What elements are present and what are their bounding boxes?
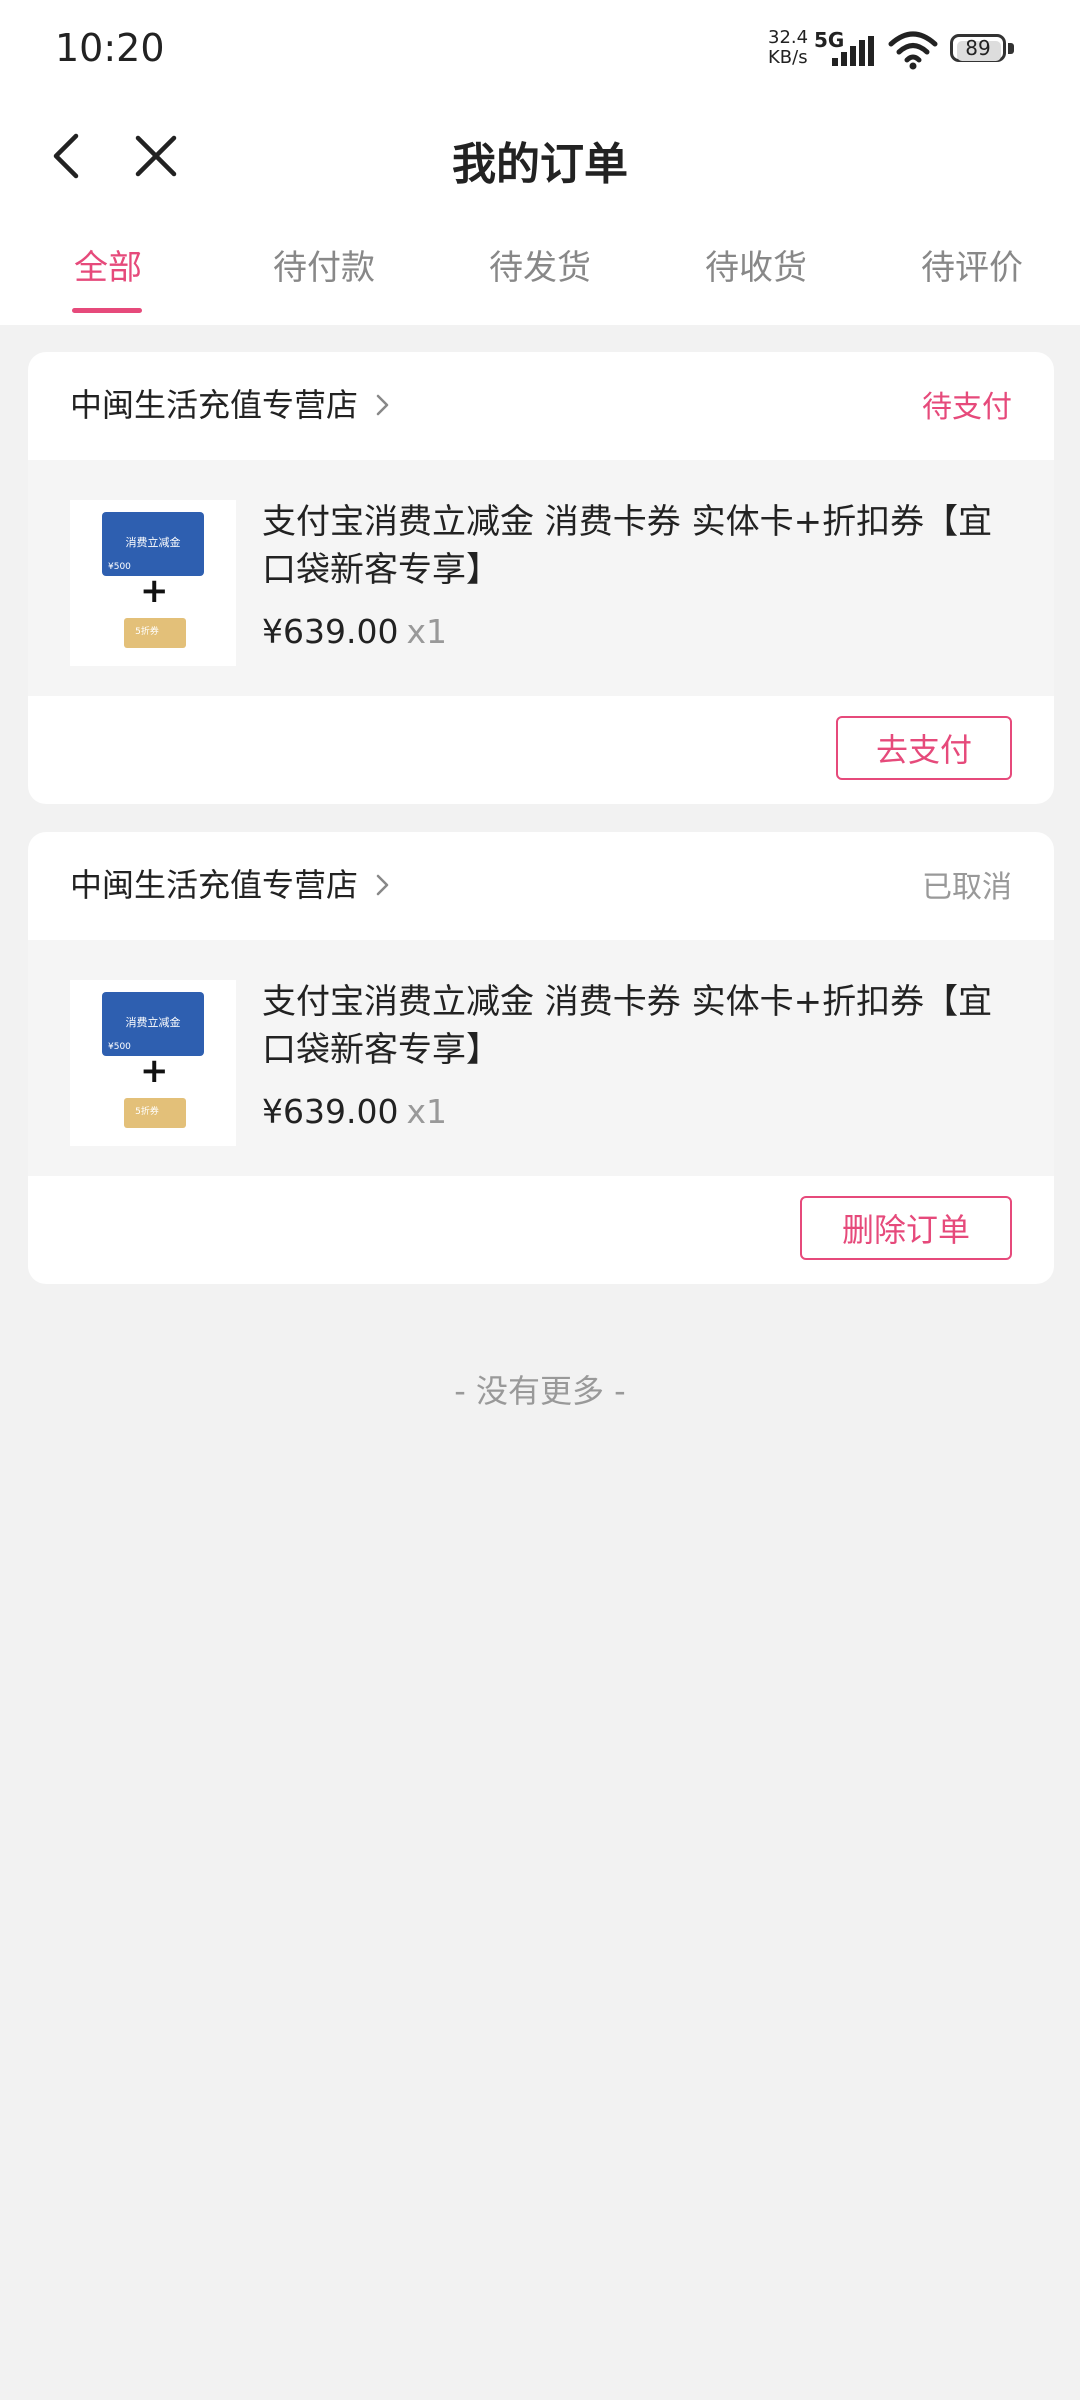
status-time: 10:20 bbox=[55, 26, 165, 70]
order-header: 中闽生活充值专营店 已取消 bbox=[28, 832, 1054, 940]
order-header: 中闽生活充值专营店 待支付 bbox=[28, 352, 1054, 460]
signal-icon bbox=[832, 36, 874, 66]
price-value: ¥639.00 bbox=[262, 1092, 399, 1131]
product-title[interactable]: 支付宝消费立减金 消费卡券 实体卡+折扣券【宜口袋新客专享】 bbox=[262, 978, 1002, 1074]
store-name[interactable]: 中闽生活充值专营店 bbox=[70, 380, 358, 426]
product-title[interactable]: 支付宝消费立减金 消费卡券 实体卡+折扣券【宜口袋新客专享】 bbox=[262, 498, 1002, 594]
tab-active-indicator bbox=[72, 308, 142, 313]
order-card: 中闽生活充值专营店 待支付 消费立减金 ¥500 + 5折券 支付宝消费立减金 … bbox=[28, 352, 1054, 804]
order-footer: 去支付 bbox=[28, 696, 1054, 804]
quantity: x1 bbox=[406, 1092, 447, 1131]
gift-card-image: 消费立减金 ¥500 bbox=[102, 512, 204, 576]
product-price: ¥639.00 x1 bbox=[262, 1092, 447, 1131]
chevron-right-icon[interactable] bbox=[373, 390, 393, 420]
store-name[interactable]: 中闽生活充值专营店 bbox=[70, 860, 358, 906]
tab-pending-receipt[interactable]: 待收货 bbox=[666, 240, 846, 289]
gift-card-image: 消费立减金 ¥500 bbox=[102, 992, 204, 1056]
tab-pending-shipment[interactable]: 待发货 bbox=[450, 240, 630, 289]
battery-level: 89 bbox=[965, 36, 991, 60]
product-thumbnail[interactable]: 消费立减金 ¥500 + 5折券 bbox=[70, 980, 236, 1146]
order-footer: 删除订单 bbox=[28, 1176, 1054, 1284]
coupon-image: 5折券 bbox=[124, 618, 186, 648]
coupon-image: 5折券 bbox=[124, 1098, 186, 1128]
order-status: 已取消 bbox=[922, 870, 1012, 905]
price-value: ¥639.00 bbox=[262, 612, 399, 651]
order-card: 中闽生活充值专营店 已取消 消费立减金 ¥500 + 5折券 支付宝消费立减金 … bbox=[28, 832, 1054, 1284]
order-product[interactable]: 消费立减金 ¥500 + 5折券 支付宝消费立减金 消费卡券 实体卡+折扣券【宜… bbox=[28, 460, 1054, 696]
header-area: 10:20 32.4 KB/s 5G 89 我的订单 全部 待付款 待发货 待收… bbox=[0, 0, 1080, 325]
plus-icon: + bbox=[140, 571, 169, 611]
pay-button[interactable]: 去支付 bbox=[836, 716, 1012, 780]
plus-icon: + bbox=[140, 1051, 169, 1091]
order-status: 待支付 bbox=[922, 390, 1012, 425]
order-product[interactable]: 消费立减金 ¥500 + 5折券 支付宝消费立减金 消费卡券 实体卡+折扣券【宜… bbox=[28, 940, 1054, 1176]
wifi-icon bbox=[888, 31, 938, 70]
tab-pending-payment[interactable]: 待付款 bbox=[234, 240, 414, 289]
quantity: x1 bbox=[406, 612, 447, 651]
tab-all[interactable]: 全部 bbox=[18, 240, 198, 289]
product-price: ¥639.00 x1 bbox=[262, 612, 447, 651]
product-thumbnail[interactable]: 消费立减金 ¥500 + 5折券 bbox=[70, 500, 236, 666]
delete-order-button[interactable]: 删除订单 bbox=[800, 1196, 1012, 1260]
no-more-text: - 没有更多 - bbox=[454, 1372, 626, 1410]
battery-icon: 89 bbox=[950, 34, 1016, 66]
page-title: 我的订单 bbox=[452, 139, 628, 190]
chevron-right-icon[interactable] bbox=[373, 870, 393, 900]
tab-pending-review[interactable]: 待评价 bbox=[882, 240, 1062, 289]
